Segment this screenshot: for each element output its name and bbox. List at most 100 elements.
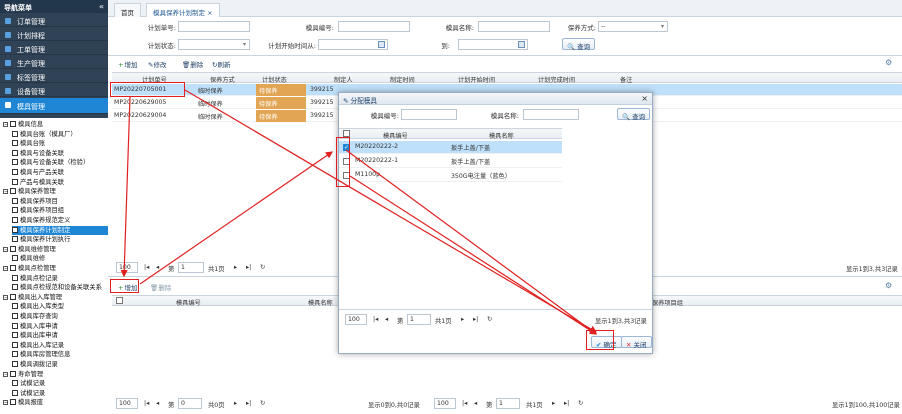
gear-icon[interactable]: ⚙ [885,281,892,290]
column-header[interactable]: 计划完成时间 [538,75,575,84]
tree-leaf[interactable]: 模具保养项目组 [12,206,108,215]
reload-icon[interactable]: ↻ [578,400,583,407]
tree-folder[interactable]: − 寿命管理 [3,370,108,379]
tree-leaf[interactable]: 模具出入库类型 [12,302,108,311]
tree-leaf[interactable]: 试模记录 [12,379,108,388]
tree-leaf[interactable]: 模具库房管理信息 [12,350,108,359]
tree-folder[interactable]: − 模具信息 [3,120,108,129]
select-all-checkbox[interactable] [343,130,350,137]
first-page-icon[interactable]: |◂ [462,400,467,407]
reload-icon[interactable]: ↻ [260,400,265,407]
reload-icon[interactable]: ↻ [487,316,492,323]
dialog-close-button[interactable]: ✕ 关闭 [621,336,652,349]
sidebar-module-planning[interactable]: 计划排程 [0,28,108,41]
first-page-icon[interactable]: |◂ [144,400,149,407]
add-button[interactable]: +增加 [118,59,137,69]
calendar-icon[interactable] [518,41,525,48]
collapse-icon[interactable]: « [99,2,104,11]
last-page-icon[interactable]: ▸| [246,400,251,407]
tree-leaf[interactable]: 模具出库申请 [12,331,108,340]
tree-leaf[interactable]: 模具保养计划制定 [12,225,108,235]
sidebar-module-labels[interactable]: 标签管理 [0,70,108,83]
last-page-icon[interactable]: ▸| [473,316,478,323]
page-size-select[interactable]: 100 [116,398,138,409]
query-button[interactable]: 🔍 查询 [562,38,596,51]
gear-icon[interactable]: ⚙ [885,58,892,67]
tree-leaf[interactable]: 模具库存查询 [12,312,108,321]
sidebar-module-production[interactable]: 生产管理 [0,56,108,69]
delete-button[interactable]: 🗑删除 [182,59,203,69]
column-header[interactable]: 计划状态 [262,75,287,84]
prev-page-icon[interactable]: ◂ [385,316,388,323]
next-page-icon[interactable]: ▸ [461,316,464,323]
tab-home[interactable]: 首页 [114,3,141,17]
plan-no-input[interactable] [178,21,250,32]
list-item[interactable]: ✓ M20220222-2 扳手上盖/下盖 [339,141,562,154]
mold-no-input[interactable] [338,21,410,32]
tree-folder[interactable]: − 模具保养管理 [3,187,108,196]
collapse-icon[interactable]: − [3,189,8,195]
last-page-icon[interactable]: ▸| [246,264,251,271]
collapse-icon[interactable]: − [3,246,8,252]
tree-leaf[interactable]: 模具调拨记录 [12,360,108,369]
tree-leaf[interactable]: 模具保养规范定义 [12,216,108,225]
collapse-icon[interactable]: − [3,122,8,128]
page-input[interactable]: 1 [496,398,520,409]
tree-leaf[interactable]: 模具入库申请 [12,322,108,331]
sidebar-module-molds[interactable]: 模具管理 [0,98,108,114]
plan-start-from-input[interactable] [318,39,388,50]
dialog-mold-name-input[interactable] [523,109,579,120]
tree-leaf[interactable]: 模具台账（模具厂） [12,130,108,139]
page-size-select[interactable]: 100 [345,314,367,325]
close-icon[interactable]: × [641,94,648,103]
prev-page-icon[interactable]: ◂ [156,264,159,271]
tree-leaf[interactable]: 模具与产品关联 [12,168,108,177]
select-all-checkbox[interactable] [116,297,123,304]
column-header[interactable]: 计划开始时间 [458,75,495,84]
refresh-button[interactable]: ↻刷新 [212,59,230,69]
column-header[interactable]: 保养方式 [210,75,235,84]
plan-start-to-input[interactable] [458,39,528,50]
column-header[interactable]: 制定人 [334,75,353,84]
next-page-icon[interactable]: ▸ [234,400,237,407]
page-size-select[interactable]: 100 [434,398,456,409]
page-input[interactable]: 1 [407,314,431,325]
sidebar-module-equipment[interactable]: 设备管理 [0,84,108,97]
list-item[interactable]: M1100p 350G电注量（蓝色） [339,169,562,182]
plan-status-select[interactable]: ▾ [178,39,250,50]
tree-leaf[interactable]: 模具保养项目 [12,197,108,206]
tree-leaf[interactable]: 模具点检记录 [12,274,108,283]
close-icon[interactable]: × [207,9,212,17]
tree-leaf[interactable]: 模具点检规范和设备关联关系 [12,283,108,292]
dialog-query-button[interactable]: 🔍 查询 [617,108,651,121]
first-page-icon[interactable]: |◂ [144,264,149,271]
sidebar-module-orders[interactable]: 订单管理 [0,14,108,27]
reload-icon[interactable]: ↻ [260,264,265,271]
tree-folder[interactable]: − 模具维修管理 [3,245,108,254]
tree-leaf[interactable]: 模具保养计划执行 [12,235,108,244]
prev-page-icon[interactable]: ◂ [474,400,477,407]
column-header[interactable]: 制定时间 [390,75,415,84]
mold-name-input[interactable] [478,21,550,32]
next-page-icon[interactable]: ▸ [552,400,555,407]
list-item[interactable]: M20220222-1 扳手上盖/下盖 [339,155,562,168]
column-header[interactable]: 备注 [620,75,632,84]
last-page-icon[interactable]: ▸| [564,400,569,407]
collapse-icon[interactable]: − [3,400,8,406]
page-input[interactable]: 1 [178,262,204,273]
tree-folder[interactable]: − 模具出入库管理 [3,293,108,302]
tree-leaf[interactable]: 模具与设备关联（检验） [12,158,108,167]
tree-leaf[interactable]: 模具出入库记录 [12,341,108,350]
collapse-icon[interactable]: − [3,294,8,300]
first-page-icon[interactable]: |◂ [373,316,378,323]
page-size-select[interactable]: 100 [116,262,138,273]
next-page-icon[interactable]: ▸ [234,264,237,271]
dialog-mold-no-input[interactable] [401,109,457,120]
tree-folder[interactable]: − 模具报废 [3,398,108,407]
calendar-icon[interactable] [378,41,385,48]
tree-leaf[interactable]: 试模记录 [12,389,108,398]
tree-leaf[interactable]: 模具台账 [12,139,108,148]
page-input[interactable]: 0 [178,398,202,409]
collapse-icon[interactable]: − [3,371,8,377]
tree-leaf[interactable]: 产品与模具关联 [12,178,108,187]
